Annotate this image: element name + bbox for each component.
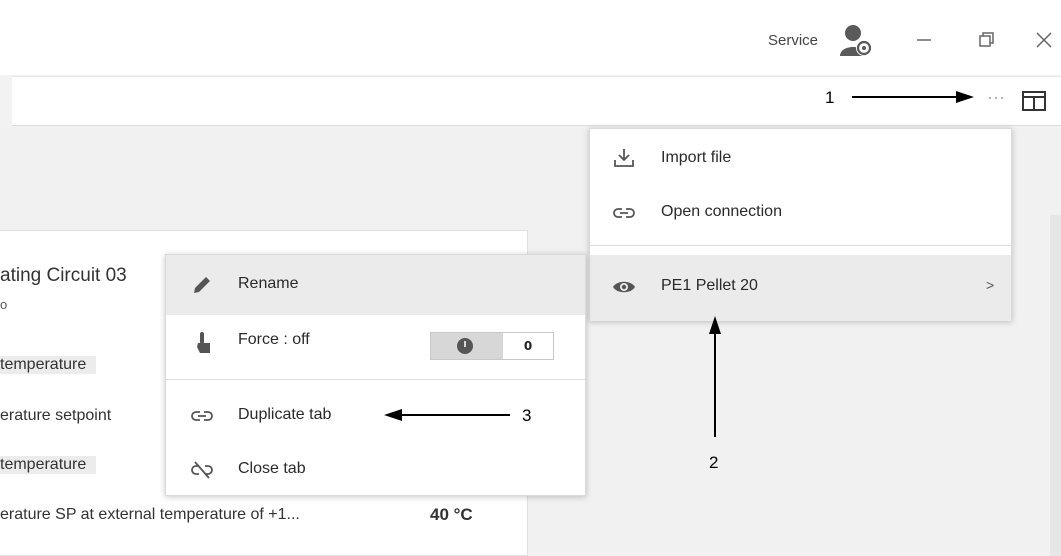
menu-item-label: Rename — [238, 275, 299, 292]
hand-pointer-icon — [197, 332, 210, 353]
link-icon — [191, 411, 213, 421]
toggle-knob — [431, 333, 503, 359]
link-icon — [613, 208, 635, 218]
card-row-label: erature SP at external temperature of +1… — [0, 506, 300, 523]
menu-item-open-connection[interactable]: Open connection — [590, 187, 1011, 242]
pencil-icon — [194, 277, 210, 293]
menu-item-rename[interactable]: Rename — [166, 255, 585, 315]
toolbar — [12, 76, 1061, 126]
menu-item-label: Open connection — [661, 203, 782, 220]
menu-item-import-file[interactable]: Import file — [590, 129, 1011, 187]
card-title: ating Circuit 03 — [0, 265, 127, 286]
force-toggle[interactable]: 0 — [430, 332, 554, 360]
minimize-icon[interactable] — [914, 30, 934, 50]
more-options-menu: Import file Open connection PE1 Pellet 2… — [589, 128, 1012, 321]
restore-icon[interactable] — [976, 30, 996, 50]
toggle-value: 0 — [523, 339, 533, 353]
eye-icon — [613, 281, 635, 293]
account-label[interactable]: Service — [768, 32, 818, 49]
tab-context-menu: Rename Force : off 0 Duplicate tab Close… — [165, 254, 586, 496]
menu-item-label: PE1 Pellet 20 — [661, 277, 758, 294]
submenu-chevron-icon: > — [986, 277, 995, 293]
download-tray-icon — [614, 149, 634, 167]
menu-separator — [166, 379, 585, 380]
more-options-icon[interactable] — [986, 92, 1006, 104]
menu-item-pe1-pellet[interactable]: PE1 Pellet 20 > — [590, 255, 1011, 321]
callout-number-1: 1 — [825, 88, 835, 107]
close-icon[interactable] — [1033, 29, 1055, 51]
title-bar: Service — [0, 0, 1061, 75]
card-row-value: 40 °C — [430, 505, 473, 524]
card-row-label: temperature — [0, 356, 97, 374]
card-row-label: temperature — [0, 456, 97, 474]
scroll-track[interactable] — [1050, 215, 1061, 556]
unlink-icon — [191, 461, 213, 479]
power-icon — [457, 338, 473, 354]
card-row-label: erature setpoint — [0, 407, 112, 424]
callout-number-3: 3 — [522, 406, 532, 425]
menu-item-label: Duplicate tab — [238, 406, 332, 423]
account-settings-icon[interactable] — [838, 22, 874, 58]
layout-panel-icon[interactable] — [1021, 90, 1047, 112]
menu-item-label: Import file — [661, 149, 732, 166]
card-subtitle: o — [0, 297, 8, 312]
menu-item-close-tab[interactable]: Close tab — [166, 443, 585, 497]
menu-item-label: Close tab — [238, 460, 306, 477]
callout-number-2: 2 — [709, 453, 719, 472]
menu-separator — [590, 245, 1011, 246]
menu-item-label: Force : off — [238, 331, 310, 348]
